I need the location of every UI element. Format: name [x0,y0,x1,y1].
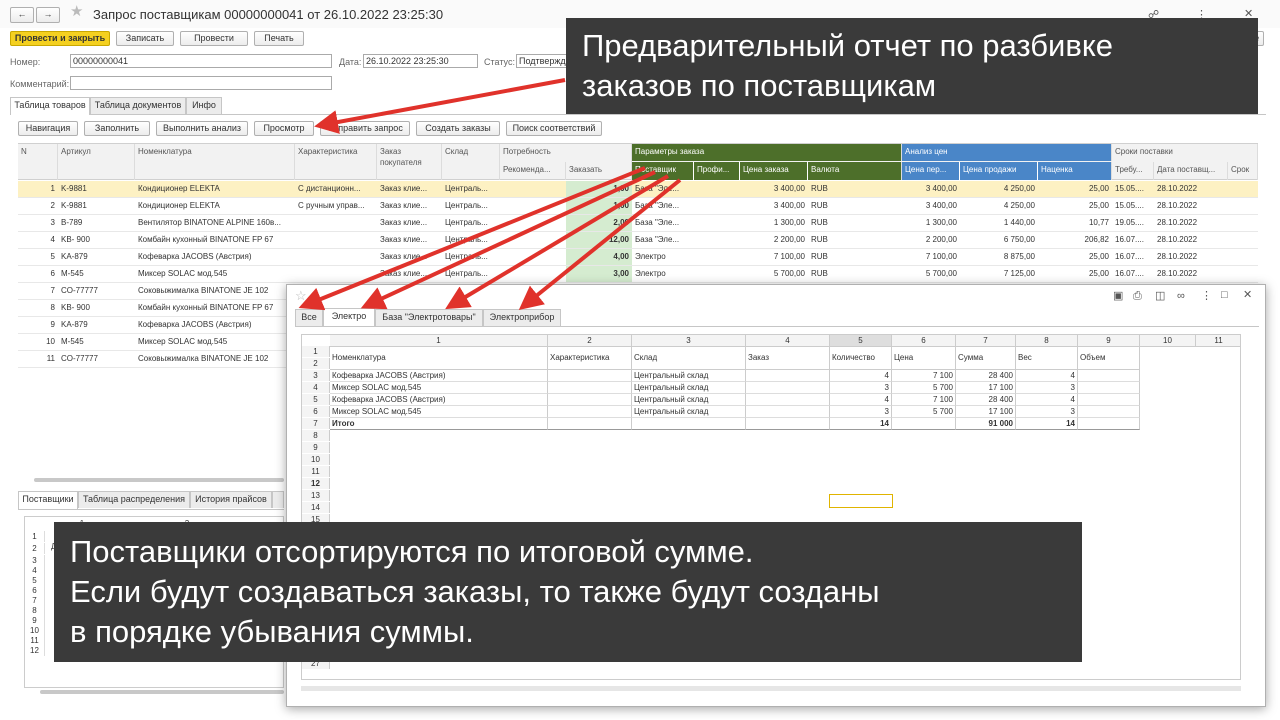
callout-top-line-1: Предварительный отчет по разбивке [582,28,1113,63]
callout-bottom-line-2: Если будут создаваться заказы, то также … [70,574,880,609]
arrow-to-tab-electrotovary [445,174,670,310]
arrow-to-preview [314,78,566,134]
arrow-to-tab-electropribor [518,178,682,311]
callout-bottom-line-1: Поставщики отсортируются по итоговой сум… [70,534,754,569]
callout-bottom: Поставщики отсортируются по итоговой сум… [54,522,1082,662]
callout-top: Предварительный отчет по разбивке заказо… [566,18,1258,114]
callout-top-line-2: заказов по поставщикам [582,68,937,103]
arrow-to-tab-electro [360,170,656,310]
arrow-to-tab-all [298,166,646,311]
callout-bottom-line-3: в порядке убывания суммы. [70,614,474,649]
